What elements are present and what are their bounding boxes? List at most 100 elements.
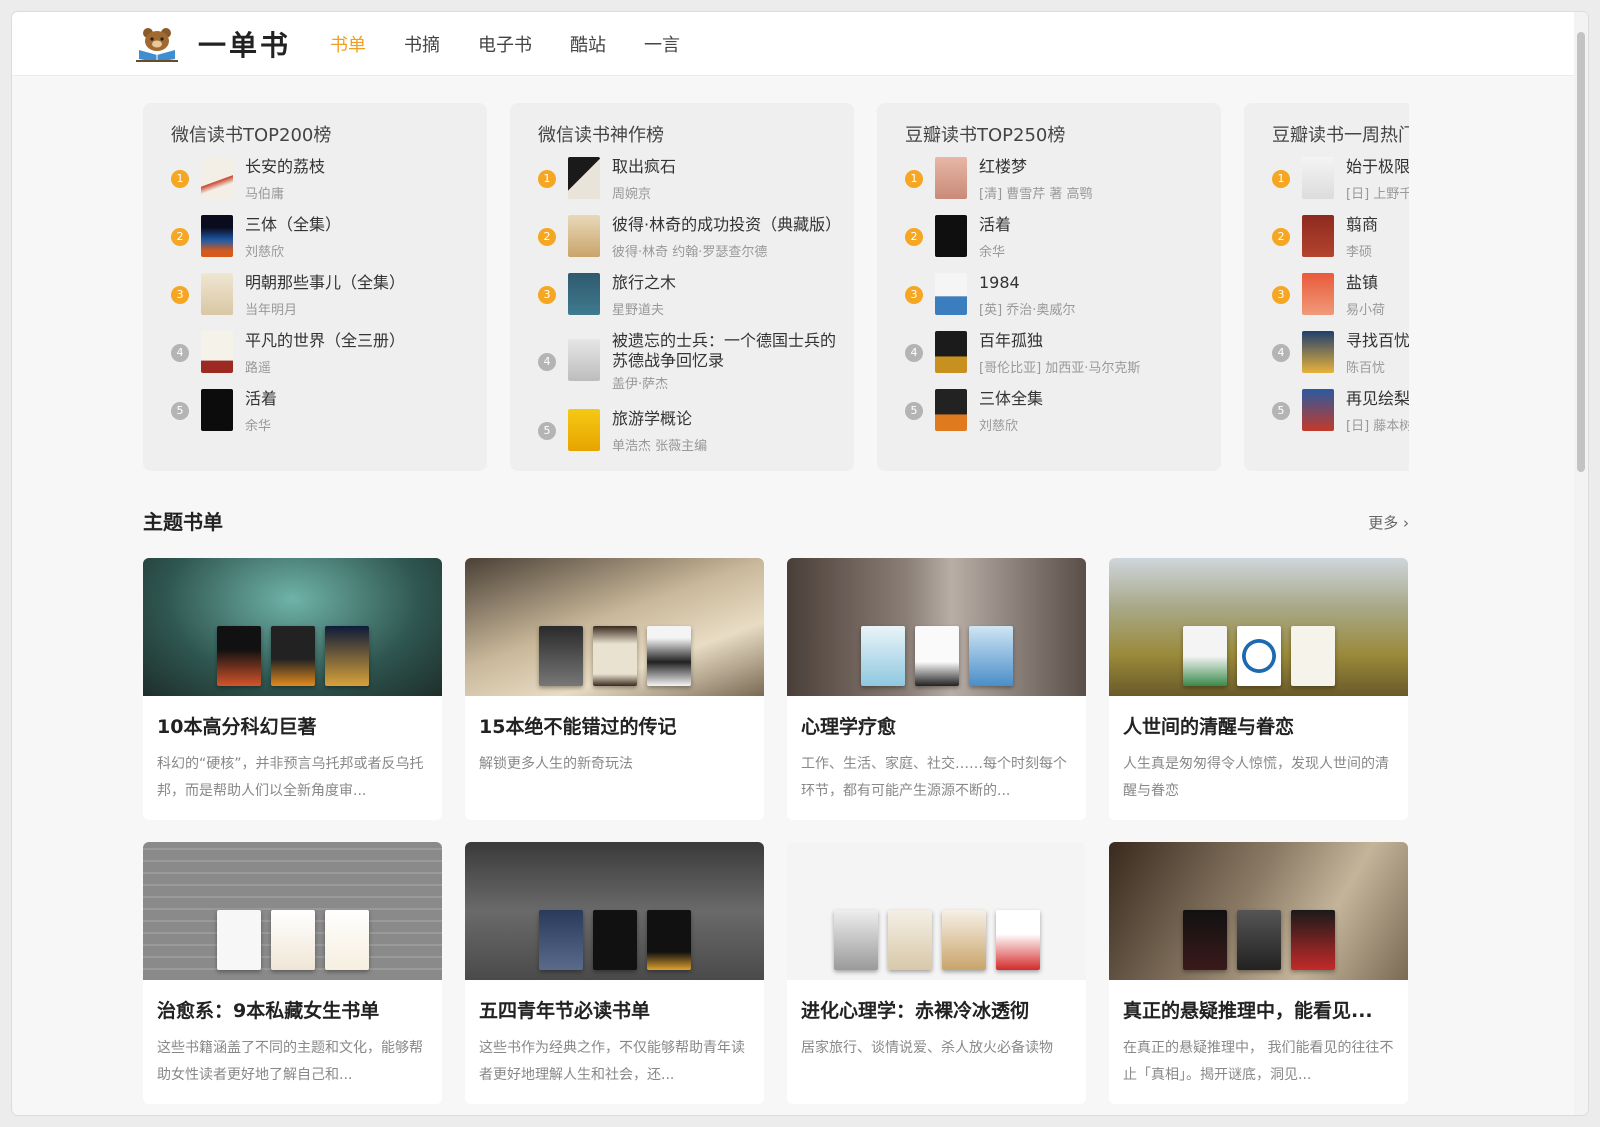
ranking-item[interactable]: 5 旅游学概论 单浩杰 张薇主编 [538, 409, 854, 467]
book-cover [201, 215, 233, 257]
book-title: 彼得·林奇的成功投资（典藏版） [612, 215, 842, 234]
ranking-item[interactable]: 4 平凡的世界（全三册） 路遥 [171, 331, 487, 389]
book-author: 彼得·林奇 约翰·罗瑟查尔德 [612, 245, 768, 260]
ranking-carousel: 微信读书TOP200榜 1 长安的荔枝马伯庸 2 三体（全集） 刘慈欣 3 明朝那… [143, 103, 1409, 479]
mini-book-cover [995, 910, 1040, 970]
book-cover [568, 215, 600, 257]
book-author: 马伯庸 [245, 187, 285, 202]
brand[interactable]: 一单书 [136, 24, 291, 64]
mini-book-cover [1182, 910, 1227, 970]
book-cover [1302, 331, 1334, 373]
theme-cover-image [465, 558, 764, 696]
book-cover [1302, 215, 1334, 257]
theme-card[interactable]: 人世间的清醒与眷恋 人生真是匆匆得令人惊慌，发现人世间的清醒与眷恋 [1109, 558, 1408, 820]
rank-number: 4 [1272, 344, 1290, 362]
nav-item-excerpts[interactable]: 书摘 [404, 31, 440, 57]
book-cover [935, 389, 967, 431]
ranking-item[interactable]: 1 长安的荔枝 马伯庸 [171, 157, 487, 215]
book-cover [1302, 157, 1334, 199]
ranking-item[interactable]: 4 被遗忘的士兵：一个德国士兵的 苏德战争回忆录 盖伊·萨杰 [538, 331, 854, 409]
book-cover [201, 389, 233, 431]
book-title: 寻找百忧 [1346, 331, 1409, 350]
nav-item-ebooks[interactable]: 电子书 [478, 31, 532, 57]
ranking-item[interactable]: 1 取出疯石 周婉京 [538, 157, 854, 215]
mini-book-cover [887, 910, 932, 970]
ranking-item[interactable]: 4 百年孤独 [哥伦比亚] 加西亚·马尔克斯 [905, 331, 1221, 389]
mini-book-cover [941, 910, 986, 970]
ranking-item[interactable]: 2 翦商 李硕 [1272, 215, 1409, 273]
theme-card[interactable]: 五四青年节必读书单 这些书作为经典之作，不仅能够帮助青年读者更好地理解人生和社会… [465, 842, 764, 1104]
ranking-item[interactable]: 4 寻找百忧 陈百忧 [1272, 331, 1409, 389]
rank-number: 1 [1272, 170, 1290, 188]
theme-title: 真正的悬疑推理中，能看见... [1123, 1000, 1373, 1022]
theme-description: 居家旅行、谈情说爱、杀人放火必备读物 [801, 1040, 1053, 1056]
rank-number: 2 [171, 228, 189, 246]
ranking-item[interactable]: 5 再见绘梨 [日] 藤本树 [1272, 389, 1409, 447]
book-cover [201, 157, 233, 199]
rank-number: 5 [171, 402, 189, 420]
book-author: 路遥 [245, 361, 272, 376]
book-title: 被遗忘的士兵：一个德国士兵的 [612, 331, 837, 350]
ranking-item[interactable]: 2 三体（全集） 刘慈欣 [171, 215, 487, 273]
ranking-item[interactable]: 2 彼得·林奇的成功投资（典藏版） 彼得·林奇 约翰·罗瑟查尔德 [538, 215, 854, 273]
ranking-card-douban-weekly[interactable]: 豆瓣读书一周热门 1 始于极限 [日] 上野千 2 翦商李硕 3 盐镇易小荷 [1244, 103, 1409, 471]
main-nav: 书单 书摘 电子书 酷站 一言 [330, 12, 718, 76]
more-link[interactable]: 更多 › [1368, 512, 1409, 533]
nav-item-cool-sites[interactable]: 酷站 [570, 31, 606, 57]
ranking-item[interactable]: 1 始于极限 [日] 上野千 [1272, 157, 1409, 215]
theme-card[interactable]: 进化心理学：赤裸冷冰透彻 居家旅行、谈情说爱、杀人放火必备读物 [787, 842, 1086, 1104]
rank-number: 3 [538, 286, 556, 304]
ranking-item[interactable]: 1 红楼梦 [清] 曹雪芹 著 高鹗 [905, 157, 1221, 215]
ranking-item[interactable]: 5 活着 余华 [171, 389, 487, 447]
theme-card[interactable]: 15本绝不能错过的传记 解锁更多人生的新奇玩法 [465, 558, 764, 820]
mini-book-cover [324, 910, 369, 970]
nav-item-quotes[interactable]: 一言 [644, 31, 680, 57]
ranking-card-douban-top250[interactable]: 豆瓣读书TOP250榜 1 红楼梦 [清] 曹雪芹 著 高鹗 2 活着 余华 3 1… [877, 103, 1221, 471]
mini-book-cover [860, 626, 905, 686]
book-cover [568, 339, 600, 381]
theme-card[interactable]: 真正的悬疑推理中，能看见... 在真正的悬疑推理中， 我们能看见的往往不止「真相… [1109, 842, 1408, 1104]
ranking-item[interactable]: 5 三体全集 刘慈欣 [905, 389, 1221, 447]
ranking-item[interactable]: 3 明朝那些事儿（全集） 当年明月 [171, 273, 487, 331]
book-title: 红楼梦 [979, 157, 1028, 176]
page-scrollbar[interactable] [1574, 12, 1588, 1115]
scrollbar-thumb[interactable] [1577, 32, 1585, 472]
theme-card[interactable]: 10本高分科幻巨著 科幻的“硬核”，并非预言乌托邦或者反乌托邦，而是帮助人们以全… [143, 558, 442, 820]
theme-description: 这些书作为经典之作，不仅能够帮助青年读者更好地理解人生和社会，还... [479, 1040, 745, 1083]
theme-cover-image [787, 558, 1086, 696]
book-author: 余华 [245, 419, 272, 434]
book-title: 再见绘梨 [1346, 389, 1409, 408]
book-author: [日] 藤本树 [1346, 419, 1409, 434]
ranking-card-title: 微信读书TOP200榜 [171, 125, 332, 146]
book-author: 盖伊·萨杰 [612, 377, 669, 392]
ranking-card-wechat-top200[interactable]: 微信读书TOP200榜 1 长安的荔枝 马伯庸 2 三体（全集） 刘慈欣 3 明朝那… [143, 103, 487, 471]
mini-book-cover [592, 910, 637, 970]
theme-description: 在真正的悬疑推理中， 我们能看见的往往不止「真相」。揭开谜底，洞见... [1123, 1040, 1394, 1083]
theme-title: 15本绝不能错过的传记 [479, 716, 677, 738]
browser-window: 一单书 书单 书摘 电子书 酷站 一言 微信读书TOP200榜 1 长安的荔枝马… [12, 12, 1588, 1115]
ranking-card-title: 豆瓣读书TOP250榜 [905, 125, 1066, 146]
theme-card[interactable]: 治愈系：9本私藏女生书单 这些书籍涵盖了不同的主题和文化，能够帮助女性读者更好地… [143, 842, 442, 1104]
mini-book-cover [1236, 626, 1281, 686]
mini-book-cover [270, 910, 315, 970]
book-cover [935, 215, 967, 257]
rank-number: 2 [1272, 228, 1290, 246]
ranking-item[interactable]: 3 1984 [英] 乔治·奥威尔 [905, 273, 1221, 331]
ranking-item[interactable]: 3 盐镇 易小荷 [1272, 273, 1409, 331]
book-title: 长安的荔枝 [245, 157, 326, 176]
book-author: [日] 上野千 [1346, 187, 1409, 202]
ranking-card-wechat-masterpiece[interactable]: 微信读书神作榜 1 取出疯石 周婉京 2 彼得·林奇的成功投资（典藏版） 彼得·林奇… [510, 103, 854, 471]
theme-card[interactable]: 心理学疗愈 工作、生活、家庭、社交……每个时刻每个环节，都有可能产生源源不断的.… [787, 558, 1086, 820]
ranking-item[interactable]: 3 旅行之木 星野道夫 [538, 273, 854, 331]
book-title: 旅游学概论 [612, 409, 693, 428]
mini-book-cover [1236, 910, 1281, 970]
theme-cover-image [465, 842, 764, 980]
book-author: 单浩杰 张薇主编 [612, 439, 708, 454]
book-title: 平凡的世界（全三册） [245, 331, 406, 350]
rank-number: 4 [538, 353, 556, 371]
ranking-item[interactable]: 2 活着 余华 [905, 215, 1221, 273]
mini-book-cover [646, 626, 691, 686]
theme-title: 心理学疗愈 [801, 716, 897, 738]
nav-item-booklist[interactable]: 书单 [330, 31, 366, 57]
rank-number: 2 [538, 228, 556, 246]
